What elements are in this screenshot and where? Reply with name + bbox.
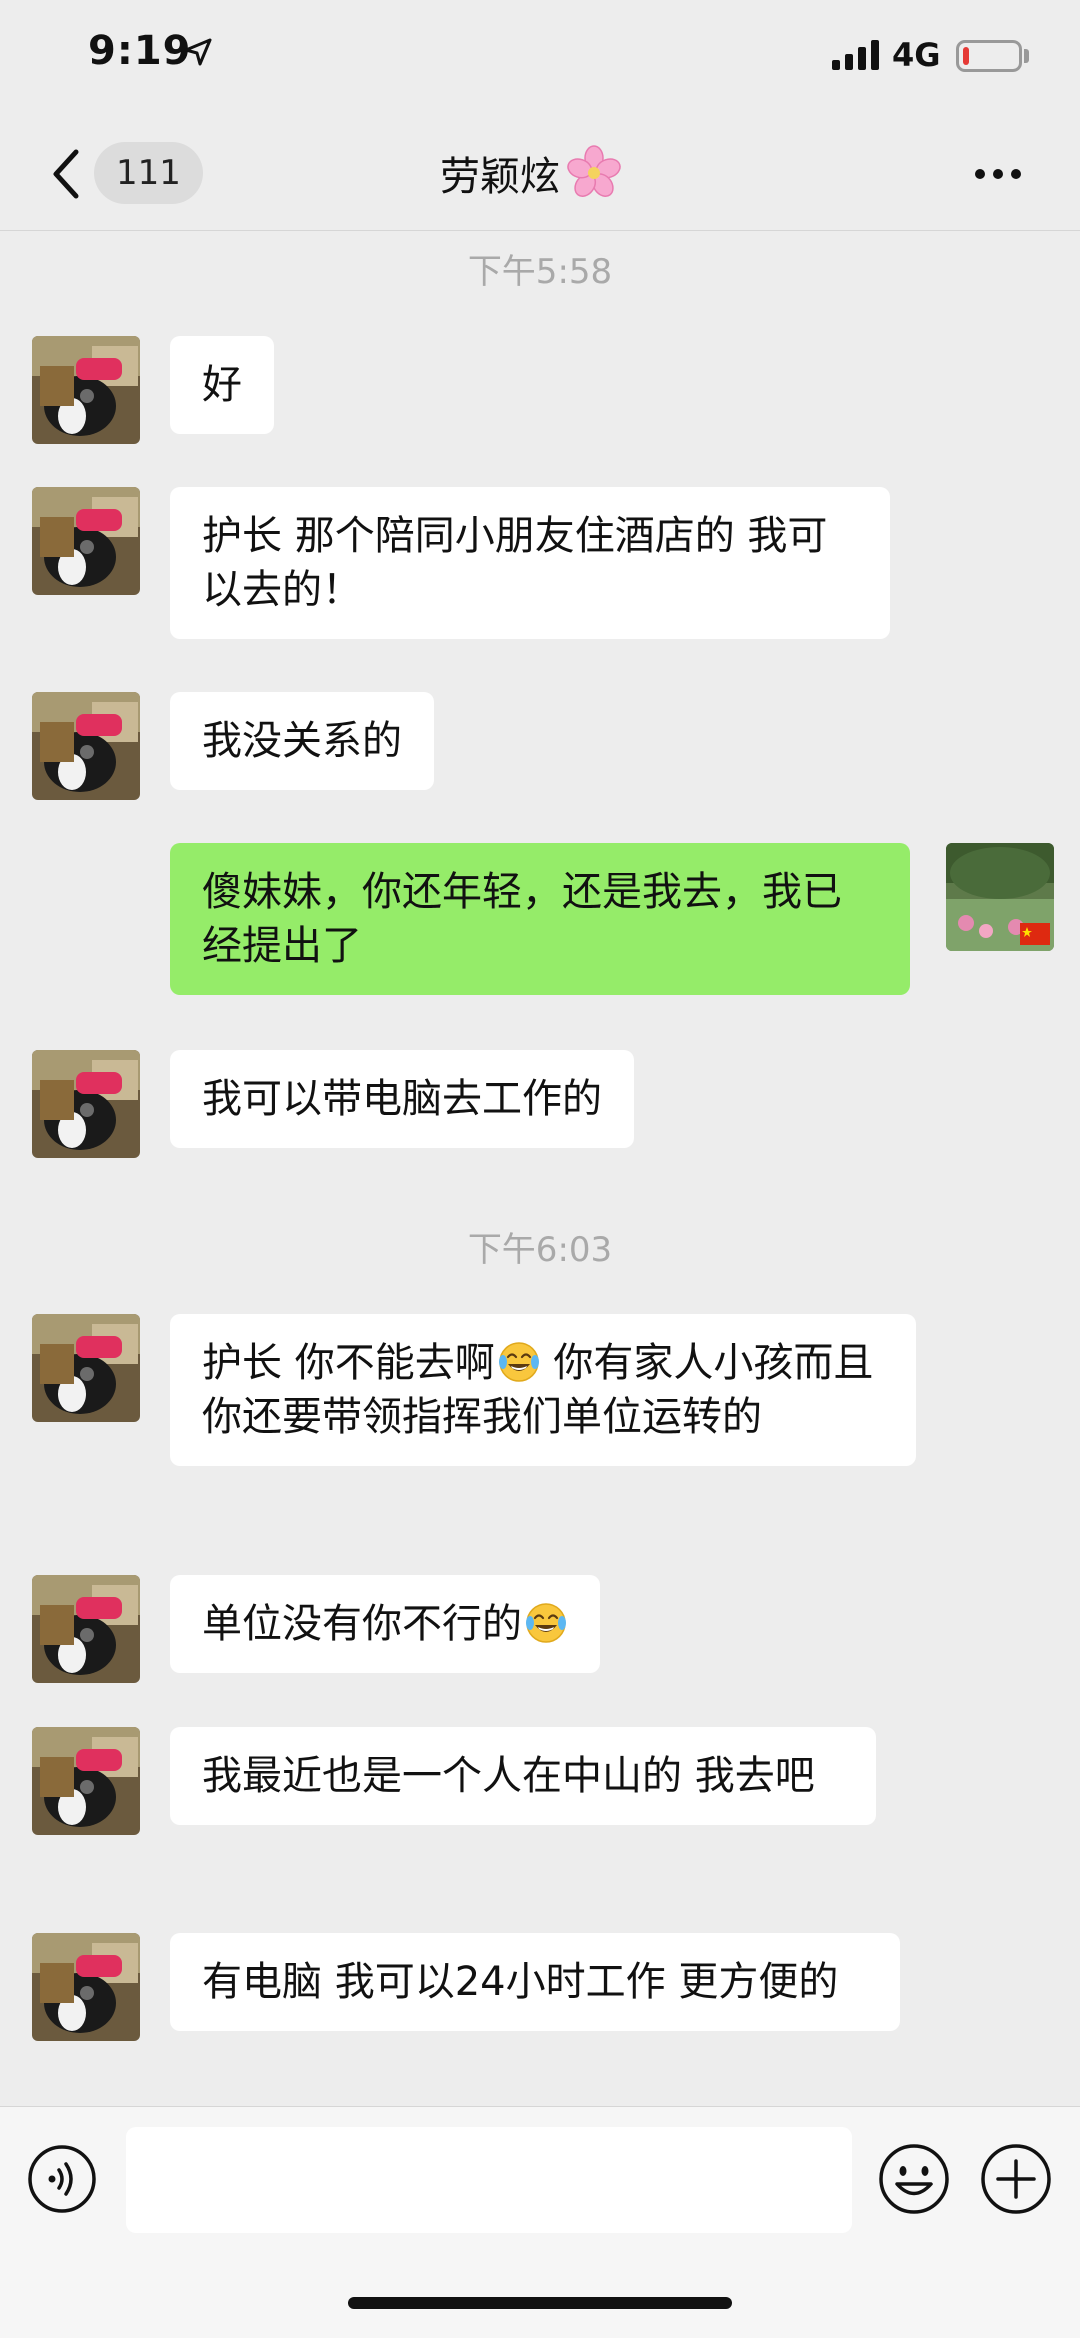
cat-avatar-image [32, 1575, 140, 1683]
voice-icon[interactable] [26, 2143, 98, 2215]
network-label: 4G [892, 36, 941, 74]
status-bar: 9:19 4G [0, 0, 1080, 118]
message-bubble-received[interactable]: 我没关系的 [170, 692, 434, 790]
my-avatar[interactable] [946, 843, 1054, 951]
landscape-avatar-image [946, 843, 1054, 951]
chat-header: 111 劳颖炫 [0, 118, 1080, 231]
location-arrow-icon [184, 38, 212, 66]
contact-avatar[interactable] [32, 1933, 140, 2041]
message-text: 护长 你不能去啊 [202, 1340, 495, 1386]
contact-avatar[interactable] [32, 1050, 140, 1158]
status-time: 9:19 [88, 28, 192, 74]
cat-avatar-image [32, 1050, 140, 1158]
plus-circle-icon[interactable] [978, 2141, 1054, 2217]
message-bubble-received[interactable]: 有电脑 我可以24小时工作 更方便的 [170, 1933, 900, 2031]
input-bar [0, 2106, 1080, 2338]
chevron-left-icon[interactable] [48, 146, 84, 202]
timestamp: 下午5:58 [467, 252, 613, 292]
smiley-icon[interactable] [876, 2141, 952, 2217]
signal-icon [832, 40, 879, 70]
contact-name: 劳颖炫 [440, 154, 560, 200]
message-bubble-received[interactable]: 护长 那个陪同小朋友住酒店的 我可以去的！ [170, 487, 890, 639]
timestamp: 下午6:03 [467, 1230, 613, 1270]
contact-avatar[interactable] [32, 1314, 140, 1422]
contact-avatar[interactable] [32, 336, 140, 444]
unread-count-badge[interactable]: 111 [94, 142, 203, 204]
contact-avatar[interactable] [32, 1727, 140, 1835]
cherry-blossom-icon [567, 145, 621, 197]
message-bubble-received[interactable]: 我最近也是一个人在中山的 我去吧 [170, 1727, 876, 1825]
contact-avatar[interactable] [32, 1575, 140, 1683]
message-bubble-received[interactable]: 护长 你不能去啊 你有家人小孩而且你还要带领指挥我们单位运转的 [170, 1314, 916, 1466]
chat-title: 劳颖炫 [440, 144, 622, 202]
message-bubble-received[interactable]: 我可以带电脑去工作的 [170, 1050, 634, 1148]
contact-avatar[interactable] [32, 487, 140, 595]
cat-avatar-image [32, 1933, 140, 2041]
message-bubble-sent[interactable]: 傻妹妹，你还年轻，还是我去，我已经提出了 [170, 843, 910, 995]
message-text: 单位没有你不行的 [202, 1601, 522, 1647]
more-dots-icon[interactable] [970, 152, 1026, 196]
contact-avatar[interactable] [32, 692, 140, 800]
cat-avatar-image [32, 1727, 140, 1835]
cat-avatar-image [32, 336, 140, 444]
cat-avatar-image [32, 1314, 140, 1422]
battery-level [963, 47, 969, 65]
battery-icon [956, 40, 1022, 72]
battery-nub [1024, 49, 1029, 63]
tears-of-joy-icon [498, 1342, 539, 1382]
cat-avatar-image [32, 692, 140, 800]
message-input[interactable] [126, 2127, 852, 2233]
tears-of-joy-icon [526, 1603, 566, 1643]
message-bubble-received[interactable]: 好 [170, 336, 274, 434]
message-bubble-received[interactable]: 单位没有你不行的 [170, 1575, 600, 1673]
cat-avatar-image [32, 487, 140, 595]
home-indicator[interactable] [348, 2297, 732, 2309]
